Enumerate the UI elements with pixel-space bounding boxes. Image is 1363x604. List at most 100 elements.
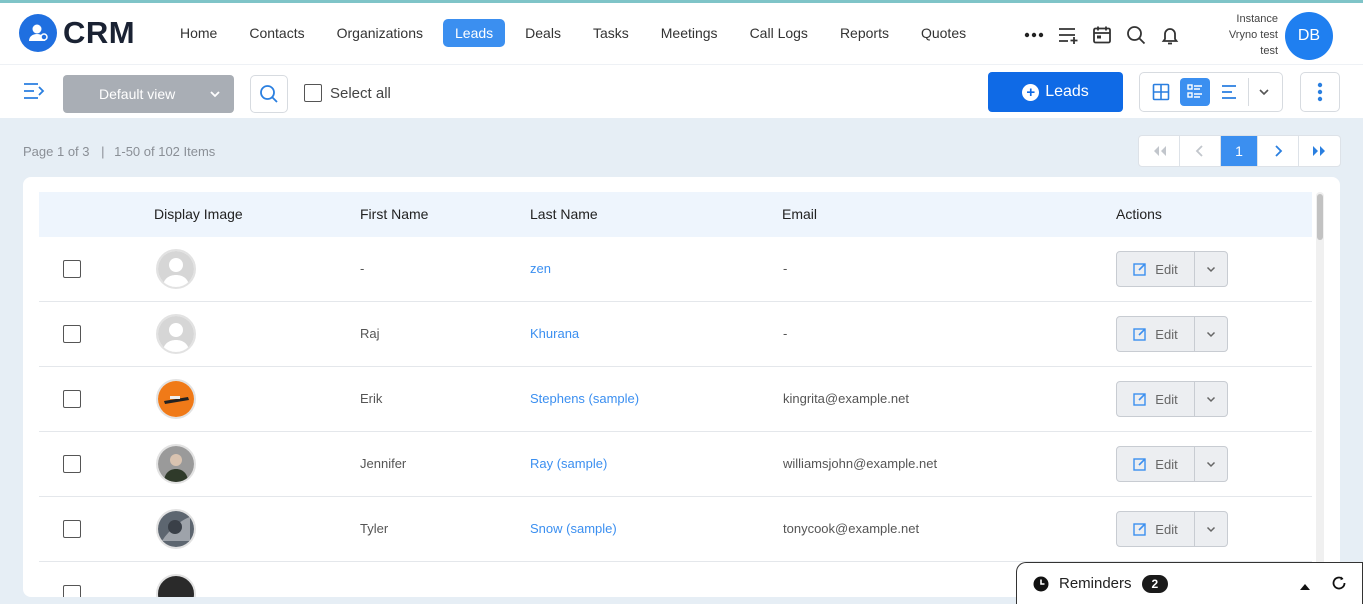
search-icon[interactable] (1122, 21, 1150, 49)
edit-button[interactable]: Edit (1117, 512, 1195, 546)
row-checkbox[interactable] (63, 585, 81, 597)
first-name-cell: Erik (360, 391, 383, 406)
chevron-down-icon[interactable] (1195, 317, 1227, 351)
row-checkbox[interactable] (63, 520, 81, 538)
header-email[interactable]: Email (782, 206, 817, 222)
select-all-checkbox[interactable] (304, 84, 322, 102)
edit-label: Edit (1155, 456, 1178, 472)
edit-label: Edit (1155, 391, 1178, 407)
table-row[interactable]: Raj Khurana - Edit (39, 302, 1312, 367)
edit-label: Edit (1155, 326, 1178, 342)
chevron-down-icon[interactable] (1248, 78, 1278, 106)
nav-home[interactable]: Home (168, 19, 229, 47)
row-checkbox[interactable] (63, 260, 81, 278)
leads-table-card: Display Image First Name Last Name Email… (23, 177, 1340, 597)
chevron-down-icon (208, 87, 222, 104)
select-all[interactable]: Select all (304, 84, 391, 102)
items-text: 1-50 of 102 Items (114, 144, 216, 159)
header-last-name[interactable]: Last Name (530, 206, 598, 222)
edit-button[interactable]: Edit (1117, 317, 1195, 351)
avatar-placeholder (156, 249, 196, 289)
list-view-icon[interactable] (1180, 78, 1210, 106)
nav-deals[interactable]: Deals (513, 19, 573, 47)
header-display-image: Display Image (154, 206, 243, 222)
nav-tasks[interactable]: Tasks (581, 19, 641, 47)
next-page-button[interactable] (1258, 136, 1299, 166)
table-scrollbar[interactable] (1316, 192, 1324, 592)
scrollbar-thumb[interactable] (1317, 194, 1323, 240)
plus-circle-icon: + (1022, 83, 1040, 101)
add-list-icon[interactable] (1054, 21, 1082, 49)
row-checkbox[interactable] (63, 390, 81, 408)
header-first-name[interactable]: First Name (360, 206, 428, 222)
user-instance: Instance (1236, 13, 1278, 25)
crm-logo[interactable]: CRM (19, 14, 135, 52)
nav-organizations[interactable]: Organizations (325, 19, 435, 47)
user-name: Vryno test (1228, 29, 1278, 41)
email-cell: tonycook@example.net (783, 521, 920, 536)
nav-meetings[interactable]: Meetings (649, 19, 730, 47)
calendar-icon[interactable] (1088, 21, 1116, 49)
email-cell: kingrita@example.net (783, 391, 909, 406)
edit-button[interactable]: Edit (1117, 252, 1195, 286)
row-checkbox[interactable] (63, 325, 81, 343)
view-select[interactable]: Default view (63, 75, 234, 113)
chevron-down-icon[interactable] (1195, 252, 1227, 286)
kebab-menu-icon[interactable] (1300, 72, 1340, 112)
edit-button-group: Edit (1116, 381, 1228, 417)
chevron-down-icon[interactable] (1195, 382, 1227, 416)
first-name-cell: Jennifer (360, 456, 407, 471)
bell-icon[interactable] (1156, 21, 1184, 49)
last-name-link[interactable]: Stephens (sample) (530, 391, 639, 406)
row-checkbox[interactable] (63, 455, 81, 473)
current-page[interactable]: 1 (1221, 136, 1258, 166)
avatar-photo (156, 574, 196, 597)
first-page-button[interactable] (1139, 136, 1180, 166)
add-lead-button[interactable]: + Leads (988, 72, 1123, 112)
edit-icon (1133, 393, 1146, 406)
nav-icon-group (1020, 21, 1190, 49)
last-name-link[interactable]: Ray (sample) (530, 456, 607, 471)
chevron-down-icon[interactable] (1195, 512, 1227, 546)
reminders-panel[interactable]: Reminders 2 (1016, 562, 1363, 604)
caret-up-icon[interactable] (1299, 578, 1311, 595)
edit-icon (1133, 523, 1146, 536)
expand-sidebar-icon[interactable] (22, 81, 46, 106)
edit-button-group: Edit (1116, 316, 1228, 352)
prev-page-button[interactable] (1180, 136, 1221, 166)
search-button[interactable] (250, 75, 288, 113)
chevron-down-icon[interactable] (1195, 447, 1227, 481)
edit-button[interactable]: Edit (1117, 382, 1195, 416)
list-toolbar: Default view Select all + Leads (0, 64, 1363, 118)
email-cell: williamsjohn@example.net (783, 456, 938, 471)
nav-call-logs[interactable]: Call Logs (738, 19, 820, 47)
table-row[interactable]: Erik Stephens (sample) kingrita@example.… (39, 367, 1312, 432)
first-name-cell: Raj (360, 326, 380, 341)
edit-button-group: Edit (1116, 511, 1228, 547)
main-nav: Home Contacts Organizations Leads Deals … (168, 19, 986, 47)
table-row[interactable]: Jennifer Ray (sample) williamsjohn@examp… (39, 432, 1312, 497)
nav-leads[interactable]: Leads (443, 19, 506, 47)
nav-reports[interactable]: Reports (828, 19, 901, 47)
page-text: Page 1 of 3 (23, 144, 90, 159)
kanban-view-icon[interactable] (1214, 78, 1244, 106)
avatar-photo (156, 379, 196, 419)
nav-quotes[interactable]: Quotes (909, 19, 978, 47)
refresh-icon[interactable] (1331, 575, 1347, 595)
nav-contacts[interactable]: Contacts (237, 19, 316, 47)
last-name-link[interactable]: zen (530, 261, 551, 276)
table-row[interactable]: Tyler Snow (sample) tonycook@example.net… (39, 497, 1312, 562)
last-name-link[interactable]: Khurana (530, 326, 579, 341)
last-name-link[interactable]: Snow (sample) (530, 521, 617, 536)
page-info: Page 1 of 3 | 1-50 of 102 Items (23, 144, 215, 159)
edit-button[interactable]: Edit (1117, 447, 1195, 481)
grid-view-icon[interactable] (1146, 78, 1176, 106)
more-icon[interactable] (1020, 21, 1048, 49)
reminders-label: Reminders (1059, 575, 1132, 592)
table-row[interactable]: - zen - Edit (39, 237, 1312, 302)
avatar-photo (156, 509, 196, 549)
user-avatar[interactable]: DB (1285, 12, 1333, 60)
view-mode-group (1139, 72, 1283, 112)
table-header: Display Image First Name Last Name Email… (39, 192, 1312, 237)
last-page-button[interactable] (1299, 136, 1340, 166)
